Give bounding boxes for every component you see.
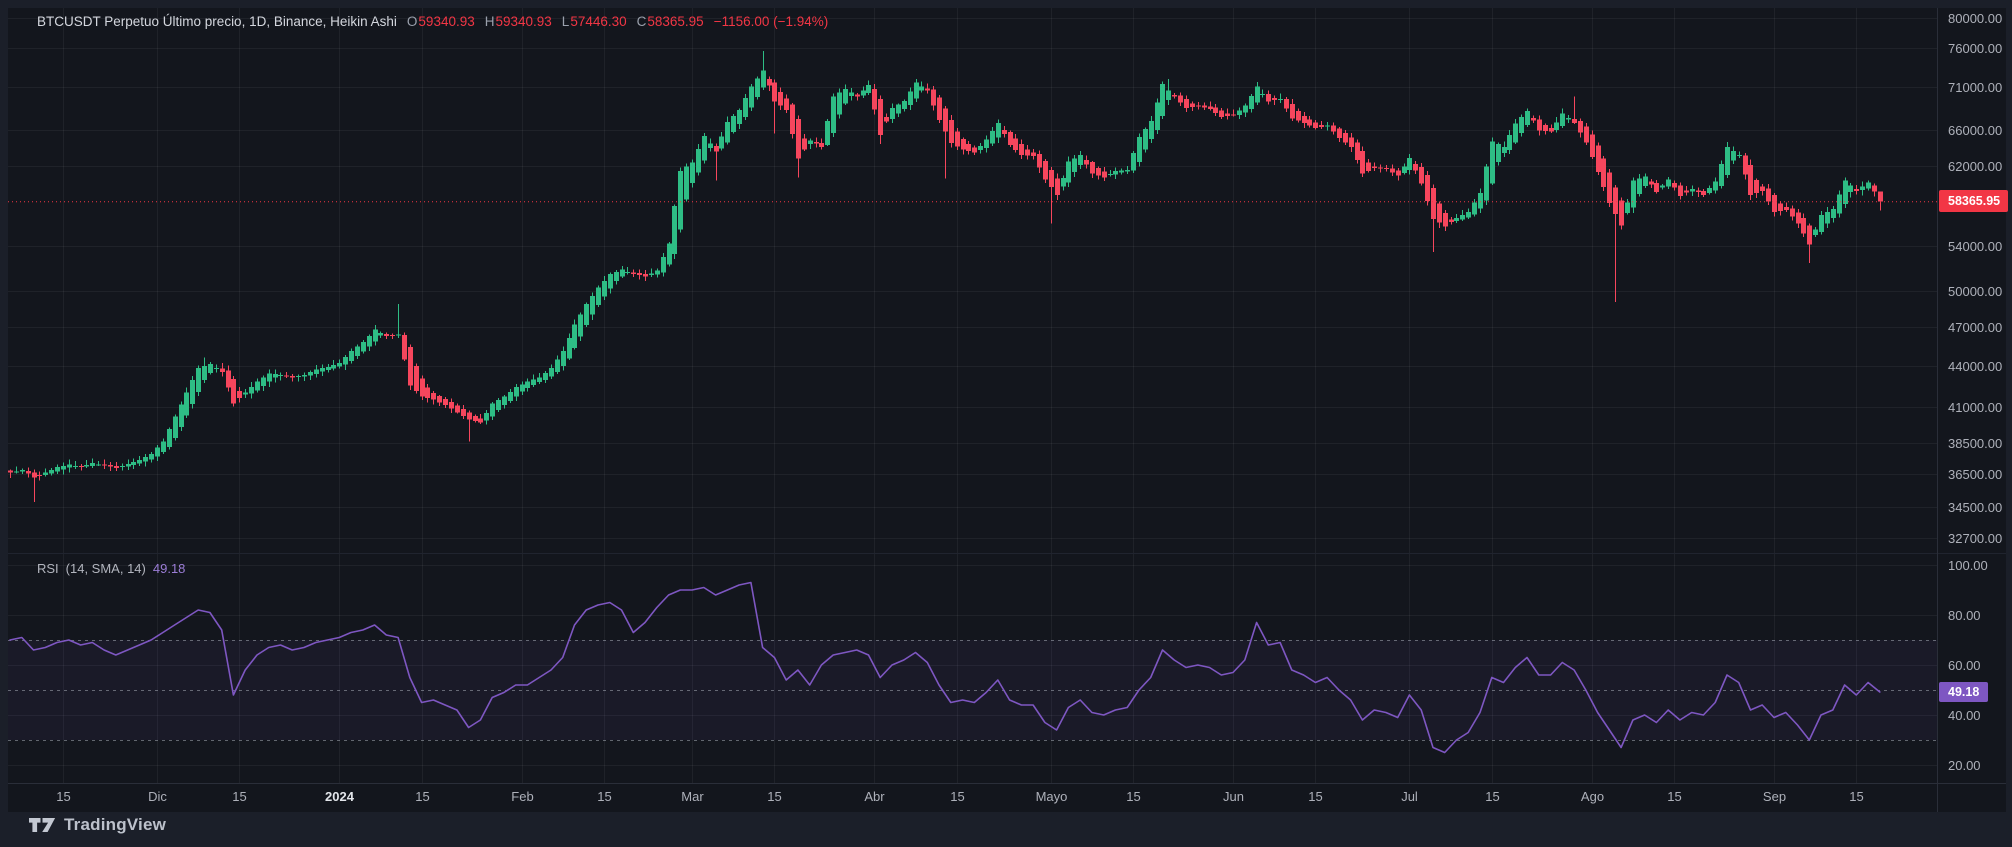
rsi-pane[interactable] [8,554,1937,783]
price-tick-label: 76000.00 [1948,40,2003,56]
time-tick-label: 15 [1849,789,1864,804]
time-tick-label: Dic [148,789,167,804]
time-tick-label: 2024 [325,789,354,804]
price-pane[interactable] [8,8,1937,553]
rsi-tick-label: 20.00 [1948,757,1981,773]
time-tick-label: 15 [415,789,430,804]
ohlc-open: O 59340.93 [406,13,475,29]
time-tick-label: 15 [597,789,612,804]
symbol-title[interactable]: BTCUSDT Perpetuo Último precio, 1D, Bina… [37,14,397,29]
time-tick-label: Abr [864,789,885,804]
rsi-value-badge: 49.18 [1939,682,1988,702]
ohlc-high: H 59340.93 [484,13,552,29]
time-tick-label: Feb [511,789,534,804]
time-tick-label: Mayo [1035,789,1068,804]
tradingview-logo-text: TradingView [64,815,167,834]
price-tick-label: 80000.00 [1948,10,2003,26]
time-tick-label: 15 [1485,789,1500,804]
indicator-params: (14, SMA, 14) [65,560,146,576]
time-tick-label: 15 [1126,789,1141,804]
time-axis[interactable] [8,784,1937,812]
indicator-title[interactable]: RSI [37,561,59,576]
time-tick-label: Ago [1580,789,1605,804]
price-tick-label: 34500.00 [1948,499,2003,515]
price-tick-label: 38500.00 [1948,435,2003,451]
time-tick-label: 15 [1308,789,1323,804]
price-tick-label: 44000.00 [1948,358,2003,374]
time-tick-label: Sep [1762,789,1787,804]
time-tick-label: 15 [1667,789,1682,804]
price-tick-label: 47000.00 [1948,319,2003,335]
price-tick-label: 50000.00 [1948,283,2003,299]
rsi-tick-label: 80.00 [1948,607,1981,623]
price-tick-label: 54000.00 [1948,238,2003,254]
ohlc-low: L 57446.30 [561,13,627,29]
rsi-tick-label: 40.00 [1948,707,1981,723]
tradingview-logo[interactable]: TradingView [29,815,166,835]
price-change: −1156.00 (−1.94%) [713,13,829,29]
time-tick-label: Jun [1223,789,1244,804]
price-tick-label: 71000.00 [1948,79,2003,95]
rsi-tick-label: 60.00 [1948,657,1981,673]
time-tick-label: Jul [1401,789,1418,804]
ohlc-close: C 58365.95 [636,13,704,29]
tradingview-chart-window: BTCUSDT Perpetuo Último precio, 1D, Bina… [0,0,2012,847]
price-tick-label: 32700.00 [1948,530,2003,546]
tradingview-logo-icon [29,817,56,833]
time-tick-label: Mar [681,789,704,804]
time-tick-label: 15 [767,789,782,804]
rsi-tick-label: 100.00 [1948,557,1988,573]
time-tick-label: 15 [56,789,71,804]
price-tick-label: 66000.00 [1948,122,2003,138]
time-tick-label: 15 [232,789,247,804]
price-tick-label: 36500.00 [1948,466,2003,482]
price-tick-label: 41000.00 [1948,399,2003,415]
last-price-badge: 58365.95 [1939,190,2008,212]
price-tick-label: 62000.00 [1948,158,2003,174]
time-tick-label: 15 [950,789,965,804]
indicator-legend: RSI (14, SMA, 14) 49.18 [37,560,185,576]
symbol-legend: BTCUSDT Perpetuo Último precio, 1D, Bina… [37,12,828,30]
indicator-value: 49.18 [152,560,186,576]
